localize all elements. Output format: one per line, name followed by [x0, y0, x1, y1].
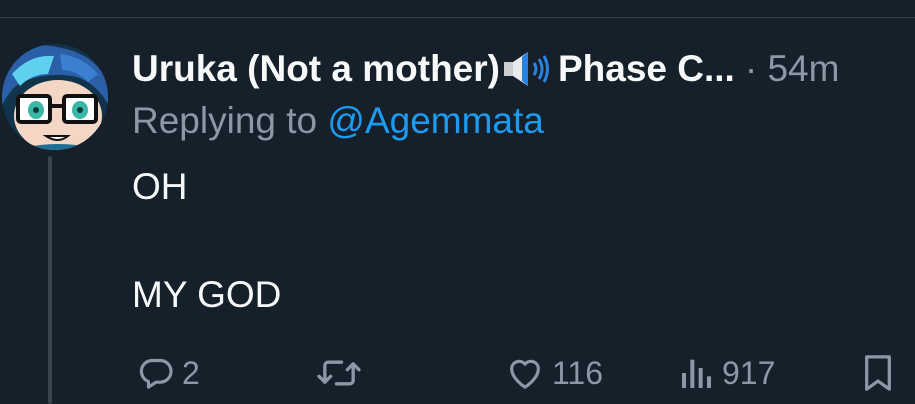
speaker-icon [502, 49, 552, 89]
retweet-button[interactable] [316, 348, 368, 398]
reply-icon [136, 353, 176, 393]
views-button[interactable]: 917 [678, 348, 775, 398]
avatar[interactable] [2, 44, 108, 150]
like-button[interactable]: 116 [504, 348, 603, 398]
author-display-name-suffix[interactable]: Phase C... [558, 41, 735, 97]
views-count: 917 [722, 354, 776, 391]
like-count: 116 [552, 354, 604, 391]
action-bar: 2 116 917 [0, 348, 915, 398]
reply-count: 2 [182, 354, 200, 391]
tweet-text-line: MY GOD [132, 274, 282, 315]
tweet-header: Uruka (Not a mother) Phase C... · 54m [132, 41, 839, 97]
tweet-text-line: OH [132, 166, 188, 207]
reply-button[interactable]: 2 [136, 348, 200, 398]
tweet-timestamp[interactable]: · 54m [745, 41, 840, 97]
replying-to-prefix: Replying to [132, 100, 328, 141]
views-icon [678, 353, 716, 393]
avatar-image [2, 44, 108, 150]
retweet-icon [316, 353, 362, 393]
bookmark-icon [858, 352, 898, 394]
replying-to: Replying to @Agemmata [132, 95, 544, 147]
heart-icon [504, 353, 546, 393]
bookmark-button[interactable] [858, 348, 898, 398]
top-divider [0, 17, 915, 18]
replying-to-handle[interactable]: @Agemmata [327, 100, 543, 141]
author-display-name[interactable]: Uruka (Not a mother) [132, 41, 500, 97]
